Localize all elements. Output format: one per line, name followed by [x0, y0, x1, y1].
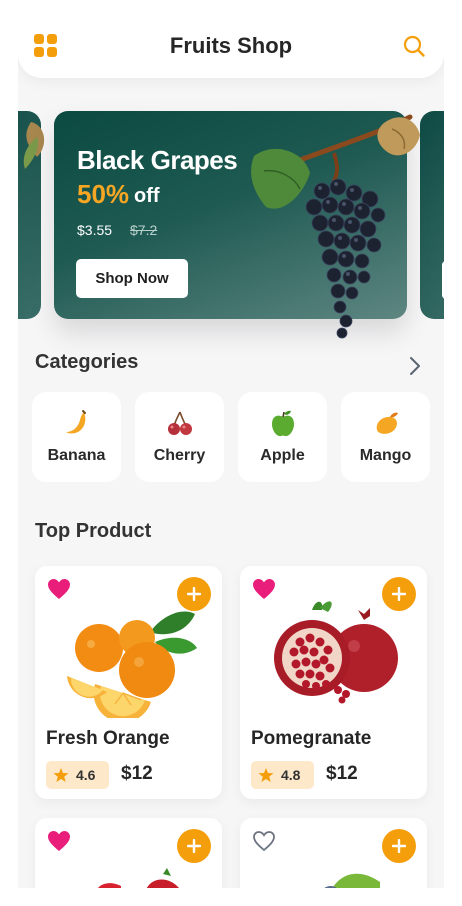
app-screen: Fruits Shop Black Grapes 50% off $3.55 $…: [18, 0, 444, 888]
category-mango[interactable]: Mango: [341, 392, 430, 482]
leaf-icon: [23, 122, 45, 169]
category-label: Cherry: [153, 447, 206, 464]
rating-value: 4.6: [76, 767, 96, 783]
add-to-cart-button[interactable]: [177, 829, 211, 863]
orange-image: [67, 611, 197, 718]
mango-icon: [376, 412, 398, 434]
banner-discount: 50%: [77, 179, 130, 209]
banner-price: $3.55: [77, 222, 113, 238]
product-name: Fresh Orange: [46, 728, 170, 749]
page-title: Fruits Shop: [169, 33, 293, 58]
promo-carousel[interactable]: Black Grapes 50% off $3.55 $7.2 Shop Now: [18, 111, 444, 339]
rating-value: 4.8: [281, 767, 301, 783]
category-label: Apple: [260, 447, 305, 464]
app-header: Fruits Shop: [18, 0, 444, 78]
banner-old-price: $7.2: [130, 222, 158, 238]
green-grapes-image: [324, 873, 380, 888]
chevron-right-icon[interactable]: [408, 356, 422, 376]
product-name: Pomegranate: [251, 728, 372, 749]
promo-card-previous[interactable]: [18, 111, 45, 319]
category-banana[interactable]: Banana: [32, 392, 121, 482]
banner-off-label: off: [134, 185, 160, 207]
product-card-grapes[interactable]: [240, 818, 427, 888]
product-card-strawberry[interactable]: [35, 818, 222, 888]
promo-card[interactable]: Black Grapes 50% off $3.55 $7.2 Shop Now: [54, 111, 420, 339]
apple-icon: [271, 410, 294, 437]
category-label: Mango: [359, 447, 412, 464]
heart-filled-icon[interactable]: [47, 830, 71, 852]
shop-now-button[interactable]: Shop Now: [76, 259, 188, 298]
search-icon[interactable]: [402, 34, 426, 58]
rating-badge: 4.6: [46, 761, 109, 789]
star-icon: [258, 768, 274, 782]
add-to-cart-button[interactable]: [382, 829, 416, 863]
rating-badge: 4.8: [251, 761, 314, 789]
top-product-title: Top Product: [35, 520, 152, 542]
banana-icon: [65, 410, 86, 434]
star-icon: [53, 768, 69, 782]
product-price: $12: [326, 763, 358, 784]
categories-title: Categories: [35, 351, 139, 373]
category-apple[interactable]: Apple: [238, 392, 327, 482]
banner-title: Black Grapes: [77, 145, 238, 175]
product-card-pomegranate[interactable]: Pomegranate 4.8 $12: [240, 566, 427, 799]
black-grapes-image: [251, 114, 420, 339]
product-price: $12: [121, 763, 153, 784]
cherry-icon: [167, 411, 192, 435]
plus-icon: [187, 839, 201, 853]
category-label: Banana: [47, 447, 106, 464]
pomegranate-image: [274, 601, 398, 704]
plus-icon: [392, 839, 406, 853]
product-card-fresh-orange[interactable]: Fresh Orange 4.6 $12: [35, 566, 222, 799]
category-cherry[interactable]: Cherry: [135, 392, 224, 482]
strawberry-image: [97, 868, 179, 888]
heart-outline-icon[interactable]: [252, 830, 276, 852]
